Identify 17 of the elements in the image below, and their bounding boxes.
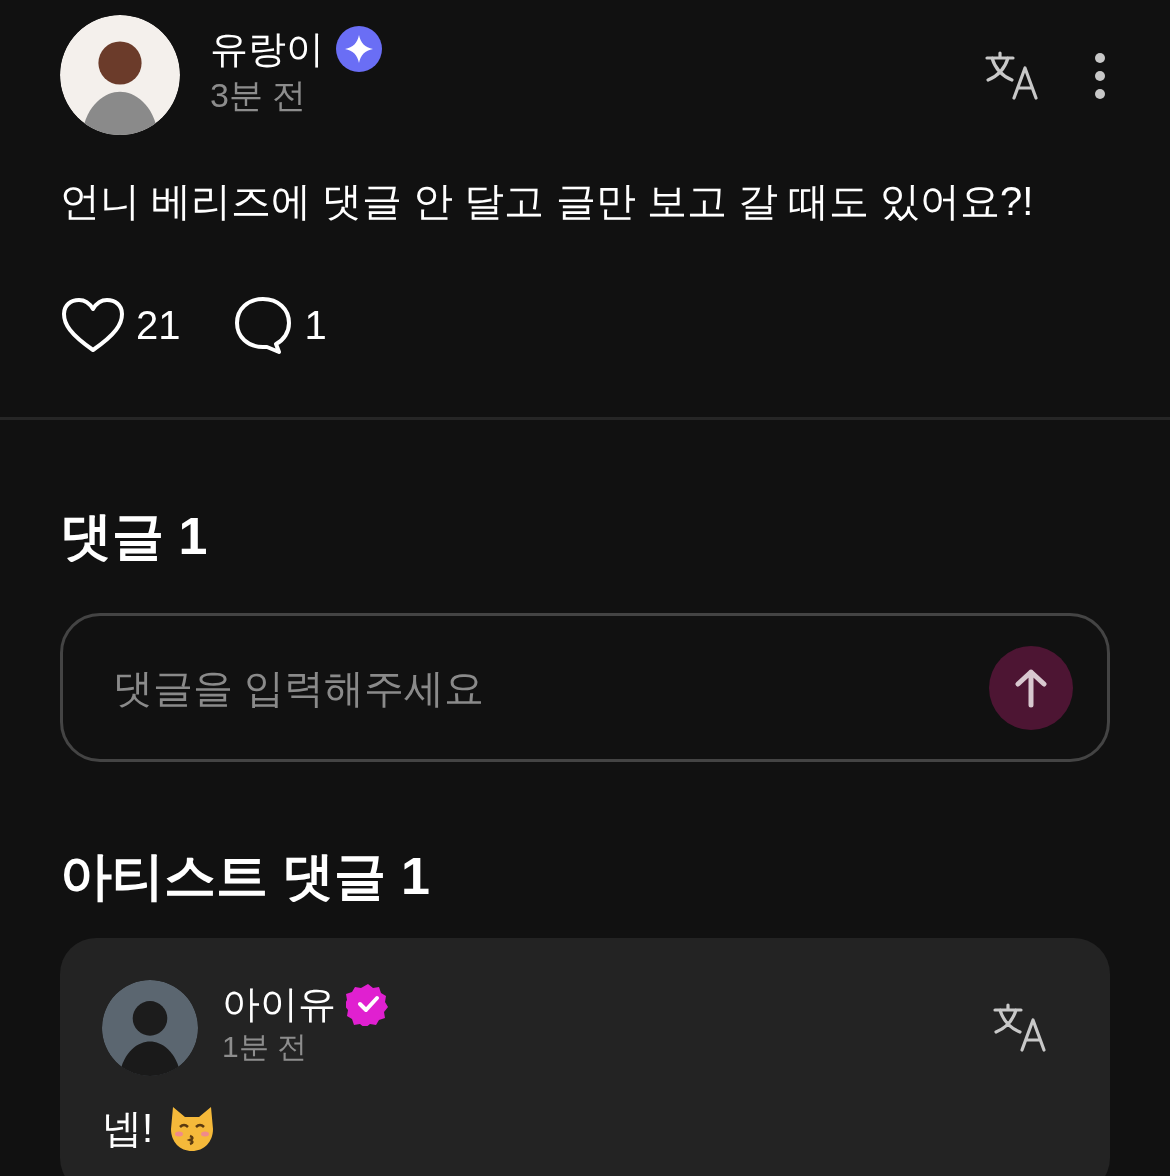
arrow-up-icon xyxy=(1014,667,1048,708)
more-icon[interactable] xyxy=(1094,52,1106,100)
artist-comments-heading: 아티스트 댓글 1 xyxy=(60,846,431,907)
post-time: 3분 전 xyxy=(210,75,308,116)
comment-time: 1분 전 xyxy=(222,1029,309,1065)
comment-icon[interactable] xyxy=(232,295,293,355)
comment-count: 1 xyxy=(304,302,327,349)
post-text: 언니 베리즈에 댓글 안 달고 글만 보고 갈 때도 있어요?! xyxy=(60,178,1035,225)
comment-input-field[interactable]: 댓글을 입력해주세요 xyxy=(113,657,989,718)
comment-composer[interactable]: 댓글을 입력해주세요 xyxy=(60,613,1110,762)
like-count: 21 xyxy=(136,302,181,349)
avatar[interactable] xyxy=(60,15,180,135)
artist-name[interactable]: 아이유 xyxy=(222,980,336,1028)
comments-heading: 댓글 1 xyxy=(60,506,209,567)
author-name[interactable]: 유랑이 xyxy=(210,25,324,73)
comment-text: 넵! xyxy=(102,1105,154,1152)
heart-icon[interactable] xyxy=(60,296,126,354)
